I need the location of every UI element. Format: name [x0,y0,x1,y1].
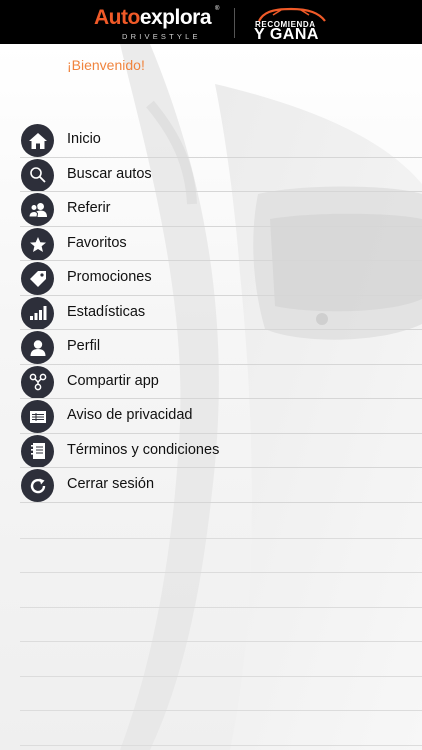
notebook-icon [21,434,54,468]
menu-label-cerrar-sesion: Cerrar sesión [67,476,155,492]
menu-label-promociones: Promociones [67,269,152,285]
star-icon [21,227,54,261]
menu-item-favoritos[interactable]: Favoritos [0,227,422,261]
menu-item-perfil[interactable]: Perfil [0,330,422,365]
empty-row-divider [20,641,422,642]
empty-row-divider [20,537,422,539]
empty-row-divider [20,606,422,608]
empty-row-divider [20,572,422,573]
empty-row-divider [20,675,422,677]
document-icon [21,400,54,433]
user-icon [21,331,54,364]
brand-tagline: DRIVESTYLE [122,32,201,41]
menu-item-estadisticas[interactable]: Estadísticas [0,296,422,330]
tag-icon [21,262,54,295]
menu-label-terminos-y-condiciones: Términos y condiciones [67,441,220,458]
empty-row-divider [20,710,422,711]
menu-item-cerrar-sesion[interactable]: Cerrar sesión [0,468,422,503]
menu-label-compartir-app: Compartir app [67,372,159,389]
menu-item-promociones[interactable]: Promociones [0,261,422,296]
registered-mark: ® [215,6,220,12]
menu-screen: ¡Bienvenido! Inicio Buscar autos Referir [0,44,422,750]
menu-label-buscar-autos: Buscar autos [67,165,152,182]
menu-item-aviso-de-privacidad[interactable]: Aviso de privacidad [0,399,422,434]
recomienda-y-gana-logo[interactable]: RECOMIENDA Y GANA [251,5,331,43]
welcome-message: ¡Bienvenido! [67,57,145,73]
search-icon [21,158,54,192]
brand-second: explora [139,6,212,29]
app-header: Autoexplora ® DRIVESTYLE RECOMIENDA Y GA… [0,0,422,44]
menu-divider [20,501,422,503]
menu-label-favoritos: Favoritos [67,234,127,251]
menu-label-referir: Referir [67,200,111,216]
header-divider [234,8,235,38]
menu-label-perfil: Perfil [67,338,101,354]
menu-item-referir[interactable]: Referir [0,192,422,227]
autoexplora-logo: Autoexplora ® DRIVESTYLE [94,6,222,42]
users-icon [21,193,54,226]
menu-item-compartir-app[interactable]: Compartir app [0,365,422,399]
home-icon [21,124,54,157]
menu-item-terminos-y-condiciones[interactable]: Términos y condiciones [0,434,422,468]
menu-item-inicio[interactable]: Inicio [0,123,422,158]
empty-row-divider [20,744,422,746]
menu-label-inicio: Inicio [67,131,101,147]
menu-item-buscar-autos[interactable]: Buscar autos [0,158,422,192]
share-icon [21,365,54,399]
menu-label-estadisticas: Estadísticas [67,303,146,320]
refresh-icon [21,469,54,502]
brand-first: Auto [94,6,140,29]
bar-chart-icon [21,296,54,330]
menu-label-aviso-de-privacidad: Aviso de privacidad [67,407,193,423]
promo-line2: Y GANA [254,26,319,43]
